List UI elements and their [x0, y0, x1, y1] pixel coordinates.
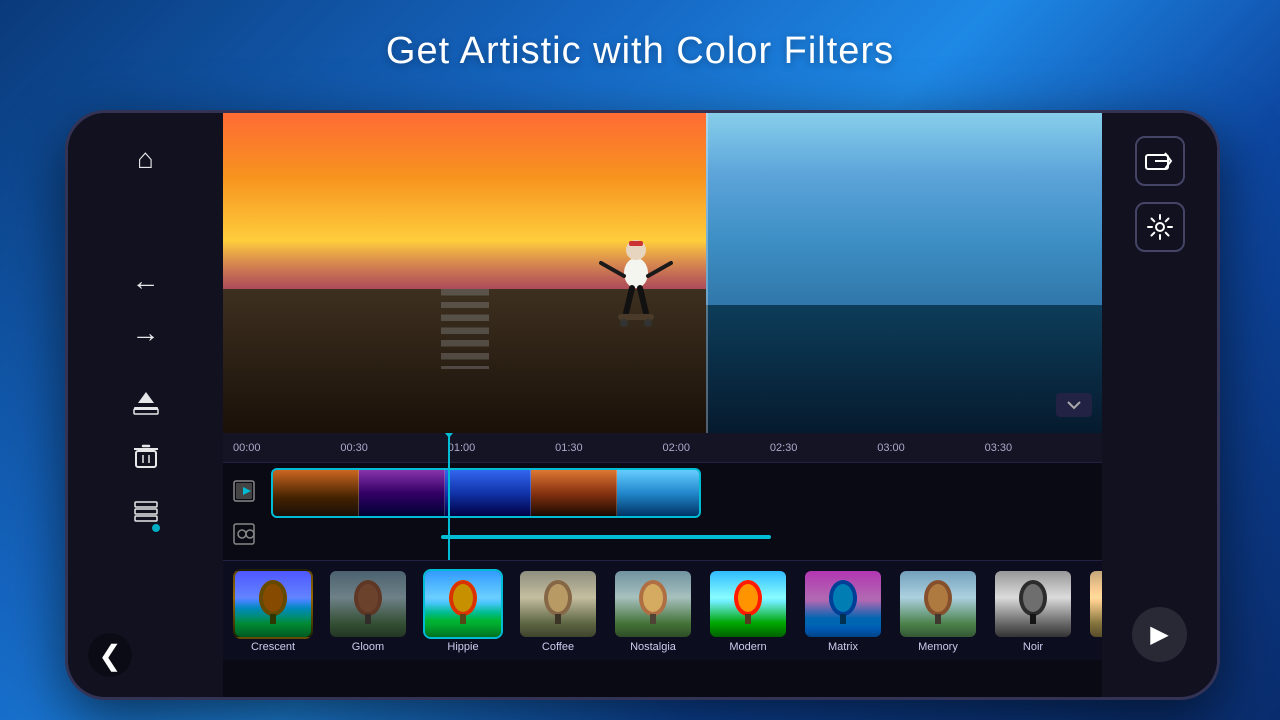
right-sidebar: ▶	[1102, 113, 1217, 697]
home-icon[interactable]: ⌂	[137, 143, 154, 175]
filter-nostalgia-thumb	[613, 569, 693, 639]
skater-figure	[596, 228, 676, 368]
filter-modern-label: Modern	[729, 641, 766, 653]
ruler-mark-6: 03:00	[877, 442, 984, 454]
filter-matrix[interactable]: Matrix	[798, 569, 888, 653]
play-button[interactable]: ▶	[1132, 607, 1187, 662]
timeline-area: 00:00 00:30 01:00 01:30 02:00 02:30 03:0…	[223, 433, 1102, 697]
upload-icon[interactable]	[132, 389, 160, 424]
video-preview	[223, 113, 1102, 433]
ruler-mark-7: 03:30	[985, 442, 1092, 454]
filter-noir[interactable]: Noir	[988, 569, 1078, 653]
back-icon[interactable]: ←	[132, 265, 160, 297]
filter-gloom-label: Gloom	[352, 641, 384, 653]
filter-crescent-label: Crescent	[251, 641, 295, 653]
filter-track	[233, 523, 1092, 550]
ruler-mark-1: 00:30	[340, 442, 447, 454]
filter-hippie-thumb	[423, 569, 503, 639]
filter-crescent[interactable]: Crescent	[228, 569, 318, 653]
phone-bump	[65, 333, 70, 393]
filter-memory-label: Memory	[918, 641, 958, 653]
settings-button[interactable]	[1135, 202, 1185, 252]
page-title: Get Artistic with Color Filters	[0, 30, 1280, 73]
filter-hippie-label: Hippie	[447, 641, 478, 653]
ruler-mark-4: 02:00	[663, 442, 770, 454]
delete-icon[interactable]	[133, 444, 159, 477]
filter-coffee-label: Coffee	[542, 641, 574, 653]
ruler-mark-0: 00:00	[233, 442, 340, 454]
filter-track-icon	[233, 523, 263, 550]
timeline-tracks	[223, 463, 1102, 560]
ruler-marks: 00:00 00:30 01:00 01:30 02:00 02:30 03:0…	[233, 442, 1092, 454]
layers-badge	[150, 522, 162, 534]
filter-modern[interactable]: Modern	[703, 569, 793, 653]
filter-bar: Crescent Gloom	[223, 560, 1102, 660]
ruler-mark-2: 01:00	[448, 442, 555, 454]
filter-noir-thumb	[993, 569, 1073, 639]
main-video-strip[interactable]	[271, 468, 701, 518]
forward-icon[interactable]: →	[132, 317, 160, 349]
video-track	[233, 468, 1092, 518]
video-right-panel	[706, 113, 1102, 433]
filter-noir-label: Noir	[1023, 641, 1043, 653]
filter-gloom-thumb	[328, 569, 408, 639]
layers-icon[interactable]	[132, 497, 160, 532]
ruler-mark-5: 02:30	[770, 442, 877, 454]
filter-gloom[interactable]: Gloom	[323, 569, 413, 653]
collapse-button[interactable]	[1056, 393, 1092, 417]
filter-strip[interactable]	[441, 535, 771, 539]
filter-matrix-thumb	[803, 569, 883, 639]
filter-coffee-thumb	[518, 569, 598, 639]
filter-matrix-label: Matrix	[828, 641, 858, 653]
ruler-mark-3: 01:30	[555, 442, 662, 454]
phone-screen: ⌂ ← →	[68, 113, 1217, 697]
filter-coffee[interactable]: Coffee	[513, 569, 603, 653]
filter-ochre[interactable]: Ochre	[1083, 569, 1102, 653]
filter-hippie[interactable]: Hippie	[418, 569, 508, 653]
video-track-icon	[233, 480, 263, 507]
filter-ochre-thumb	[1088, 569, 1102, 639]
filter-memory[interactable]: Memory	[893, 569, 983, 653]
phone-frame: ⌂ ← →	[65, 110, 1220, 700]
timeline-ruler: 00:00 00:30 01:00 01:30 02:00 02:30 03:0…	[223, 433, 1102, 463]
filter-nostalgia[interactable]: Nostalgia	[608, 569, 698, 653]
back-arrow-button[interactable]: ❮	[88, 633, 132, 677]
playhead[interactable]	[448, 433, 450, 560]
main-content: 00:00 00:30 01:00 01:30 02:00 02:30 03:0…	[223, 113, 1102, 697]
filter-modern-thumb	[708, 569, 788, 639]
filter-nostalgia-label: Nostalgia	[630, 641, 676, 653]
filter-crescent-thumb	[233, 569, 313, 639]
left-sidebar: ⌂ ← →	[68, 113, 223, 697]
export-button[interactable]	[1135, 136, 1185, 186]
filter-memory-thumb	[898, 569, 978, 639]
